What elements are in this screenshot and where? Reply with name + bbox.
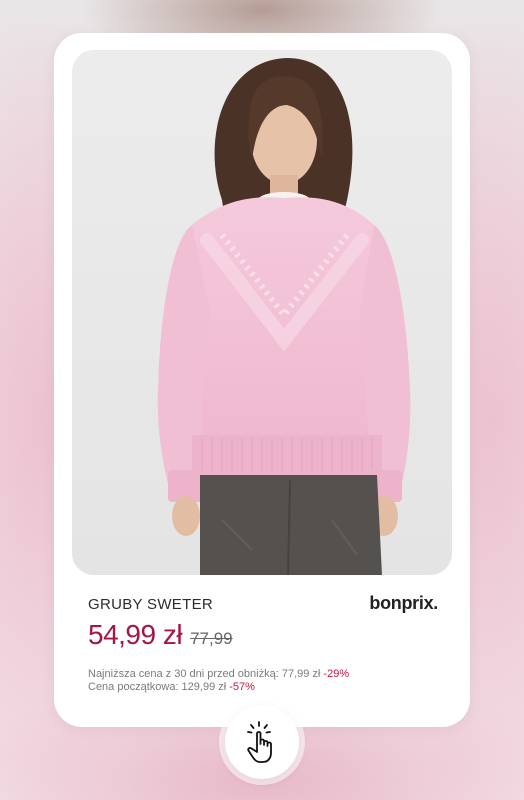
initial-price-label: Cena początkowa: 129,99 zł <box>88 681 227 693</box>
initial-price-discount: -57% <box>229 681 255 693</box>
price-current: 54,99 zł <box>88 619 183 650</box>
lowest-price-line: Najniższa cena z 30 dni przed obniżką: 7… <box>88 668 349 681</box>
initial-price-line: Cena początkowa: 129,99 zł -57% <box>88 681 349 694</box>
product-photo[interactable] <box>72 50 452 575</box>
product-photo-illustration <box>72 50 452 575</box>
lowest-price-discount: -29% <box>323 668 350 680</box>
price-info: Najniższa cena z 30 dni przed obniżką: 7… <box>88 668 349 694</box>
bonprix-logo: bonprix. <box>369 593 438 613</box>
price-row: 54,99 zł 77,99 <box>88 619 233 651</box>
product-card[interactable]: GRUBY SWETER bonprix. 54,99 zł 77,99 Naj… <box>54 33 470 727</box>
tap-button[interactable] <box>225 705 299 779</box>
product-name: GRUBY SWETER <box>88 596 214 613</box>
lowest-price-label: Najniższa cena z 30 dni przed obniżką: 7… <box>88 668 321 680</box>
hand-tap-icon <box>247 721 272 763</box>
price-old: 77,99 <box>190 629 233 648</box>
